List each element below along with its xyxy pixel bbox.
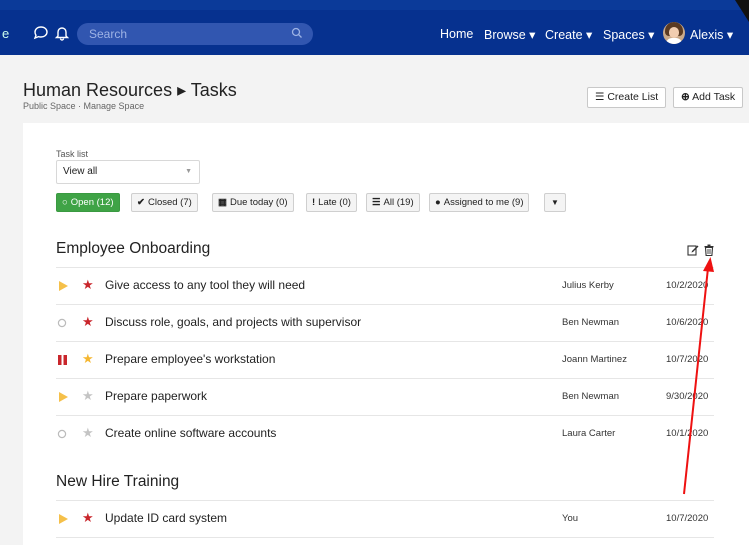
nav-spaces[interactable]: Spaces ▾ <box>603 27 654 42</box>
task-row[interactable]: ★ Prepare paperwork Ben Newman 9/30/2020 <box>56 379 714 415</box>
star-icon[interactable]: ★ <box>82 425 94 441</box>
task-assignee: Joann Martinez <box>562 354 627 365</box>
task-date: 10/1/2020 <box>666 428 709 439</box>
search-box[interactable] <box>77 23 313 45</box>
filter-due-today-label: Due today (0) <box>229 197 288 208</box>
star-icon[interactable]: ★ <box>82 388 94 404</box>
page-subtitle[interactable]: Public Space · Manage Space <box>23 101 144 111</box>
filter-assigned-to-me[interactable]: ● Assigned to me (9) <box>429 193 530 212</box>
task-row[interactable]: ★ Discuss role, goals, and projects with… <box>56 305 714 341</box>
user-menu[interactable]: Alexis ▾ <box>690 27 733 42</box>
plus-circle-icon: ⊕ <box>681 91 690 103</box>
filter-all[interactable]: ☰ All (19) <box>366 193 420 212</box>
add-task-button[interactable]: ⊕ Add Task <box>673 87 744 108</box>
caret-down-icon: ▼ <box>185 168 192 175</box>
task-name[interactable]: Update ID card system <box>105 511 227 525</box>
nav-create[interactable]: Create ▾ <box>545 27 592 42</box>
task-date: 10/7/2020 <box>666 354 709 365</box>
chat-icon[interactable] <box>32 24 50 42</box>
list-icon: ☰ <box>372 197 381 208</box>
task-name[interactable]: Prepare employee's workstation <box>105 352 275 366</box>
trash-icon[interactable] <box>703 244 715 256</box>
task-list-select[interactable]: View all ▼ <box>56 160 200 184</box>
task-list-value: View all <box>63 166 98 177</box>
play-icon[interactable] <box>56 390 70 404</box>
edit-icon[interactable] <box>687 244 699 256</box>
corner-badge <box>735 0 749 22</box>
star-icon[interactable]: ★ <box>82 277 94 293</box>
group-actions <box>687 241 715 259</box>
calendar-icon: ▦ <box>218 197 227 208</box>
bell-icon[interactable] <box>53 24 71 42</box>
task-date: 10/6/2020 <box>666 317 709 328</box>
filter-closed-label: Closed (7) <box>147 197 192 208</box>
nav-browse[interactable]: Browse ▾ <box>484 27 535 42</box>
task-row[interactable]: ★ Update ID card system You 10/7/2020 <box>56 501 714 537</box>
filter-late[interactable]: ! Late (0) <box>306 193 357 212</box>
create-list-label: Create List <box>607 91 659 103</box>
play-icon[interactable] <box>56 512 70 526</box>
group-title[interactable]: Employee Onboarding <box>56 240 210 258</box>
task-assignee: Ben Newman <box>562 317 620 328</box>
add-task-label: Add Task <box>692 91 736 103</box>
task-name[interactable]: Create online software accounts <box>105 426 276 440</box>
task-name[interactable]: Give access to any tool they will need <box>105 278 305 292</box>
exclamation-icon: ! <box>312 197 316 208</box>
task-list-label: Task list <box>56 149 89 159</box>
open-circle-icon[interactable] <box>56 316 70 330</box>
filter-open[interactable]: ○ Open (12) <box>56 193 120 212</box>
filter-more-dropdown[interactable]: ▼ <box>544 193 566 212</box>
play-icon[interactable] <box>56 279 70 293</box>
filter-all-label: All (19) <box>383 197 414 208</box>
task-date: 9/30/2020 <box>666 391 709 402</box>
avatar[interactable] <box>663 22 685 44</box>
task-date: 10/7/2020 <box>666 513 709 524</box>
logo[interactable]: e <box>2 26 9 41</box>
avatar-face <box>669 27 679 38</box>
task-assignee: Laura Carter <box>562 428 616 439</box>
star-icon[interactable]: ★ <box>82 510 94 526</box>
divider <box>56 537 714 538</box>
search-input[interactable] <box>89 26 279 42</box>
task-name[interactable]: Discuss role, goals, and projects with s… <box>105 315 361 329</box>
star-icon[interactable]: ★ <box>82 314 94 330</box>
group-title[interactable]: New Hire Training <box>56 473 179 491</box>
task-assignee: You <box>562 513 579 524</box>
star-icon[interactable]: ★ <box>82 351 94 367</box>
page-title: Human Resources ▸ Tasks <box>23 80 237 100</box>
filter-late-label: Late (0) <box>318 197 351 208</box>
filter-closed[interactable]: ✔ Closed (7) <box>131 193 198 212</box>
nav-home[interactable]: Home <box>440 27 473 41</box>
pause-icon[interactable] <box>56 353 70 367</box>
check-icon: ✔ <box>137 197 145 208</box>
user-icon: ● <box>435 197 441 208</box>
task-assignee: Ben Newman <box>562 391 620 402</box>
task-row[interactable]: ★ Create online software accounts Laura … <box>56 416 714 452</box>
list-icon: ☰ <box>595 91 605 103</box>
circle-icon: ○ <box>62 197 68 208</box>
search-icon <box>291 27 302 38</box>
create-list-button[interactable]: ☰ Create List <box>587 87 667 108</box>
filter-assigned-label: Assigned to me (9) <box>443 197 524 208</box>
task-name[interactable]: Prepare paperwork <box>105 389 207 403</box>
task-row[interactable]: ★ Give access to any tool they will need… <box>56 268 714 304</box>
caret-down-icon: ▼ <box>551 198 559 207</box>
task-assignee: Julius Kerby <box>562 280 614 291</box>
task-date: 10/2/2020 <box>666 280 709 291</box>
open-circle-icon[interactable] <box>56 427 70 441</box>
task-row[interactable]: ★ Prepare employee's workstation Joann M… <box>56 342 714 378</box>
filter-due-today[interactable]: ▦ Due today (0) <box>212 193 294 212</box>
avatar-shirt <box>666 38 682 44</box>
filter-open-label: Open (12) <box>70 197 114 208</box>
